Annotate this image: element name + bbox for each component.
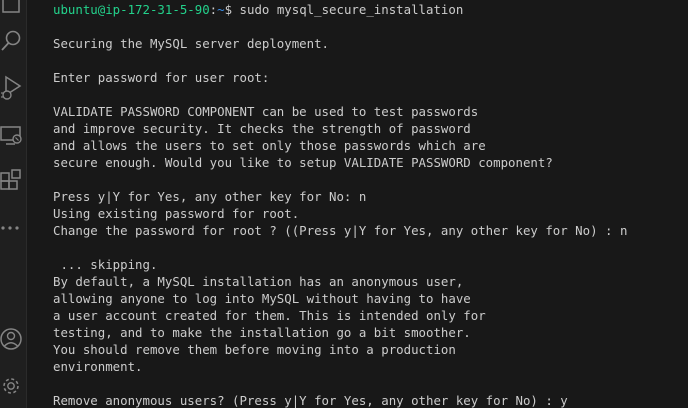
- prompt-user-host: ubuntu@ip-172-31-5-90: [53, 2, 210, 17]
- prompt-symbol: $: [224, 2, 233, 17]
- settings-gear-icon[interactable]: [0, 371, 26, 401]
- accounts-icon[interactable]: [0, 324, 26, 354]
- terminal-line: and improve security. It checks the stre…: [53, 121, 471, 136]
- terminal-line: secure enough. Would you like to setup V…: [53, 155, 553, 170]
- terminal-line: allowing anyone to log into MySQL withou…: [53, 291, 471, 306]
- run-debug-icon[interactable]: [0, 73, 26, 103]
- remote-explorer-icon[interactable]: [0, 120, 26, 150]
- terminal-line: and allows the users to set only those p…: [53, 138, 486, 153]
- terminal-line: testing, and to make the installation go…: [53, 325, 471, 340]
- terminal-line: Using existing password for root.: [53, 206, 300, 221]
- files-icon[interactable]: [0, 0, 26, 16]
- more-icon[interactable]: [0, 213, 26, 243]
- terminal-line: Press y|Y for Yes, any other key for No:…: [53, 189, 367, 204]
- prompt-colon: :: [209, 2, 218, 17]
- terminal-line: environment.: [53, 359, 143, 374]
- search-icon[interactable]: [0, 26, 26, 56]
- terminal-line: VALIDATE PASSWORD COMPONENT can be used …: [53, 104, 479, 119]
- activity-bar: [0, 0, 27, 408]
- prompt-path: ~: [217, 2, 225, 17]
- terminal-prompt-line: ubuntu@ip-172-31-5-90:~$ sudo mysql_secu…: [53, 1, 688, 18]
- terminal-line: You should remove them before moving int…: [53, 342, 456, 357]
- terminal-line: Enter password for user root:: [53, 70, 270, 85]
- vscode-window: ubuntu@ip-172-31-5-90:~$ sudo mysql_secu…: [0, 0, 688, 408]
- terminal-panel[interactable]: ubuntu@ip-172-31-5-90:~$ sudo mysql_secu…: [27, 0, 688, 408]
- terminal-line: Securing the MySQL server deployment.: [53, 36, 330, 51]
- terminal-line: By default, a MySQL installation has an …: [53, 274, 464, 289]
- extensions-icon[interactable]: [0, 166, 26, 196]
- terminal-line: Change the password for root ? ((Press y…: [53, 223, 628, 238]
- prompt-command: sudo mysql_secure_installation: [232, 2, 464, 17]
- terminal-line: ... skipping.: [53, 257, 158, 272]
- terminal-line: Remove anonymous users? (Press y|Y for Y…: [53, 393, 568, 408]
- terminal-line: a user account created for them. This is…: [53, 308, 486, 323]
